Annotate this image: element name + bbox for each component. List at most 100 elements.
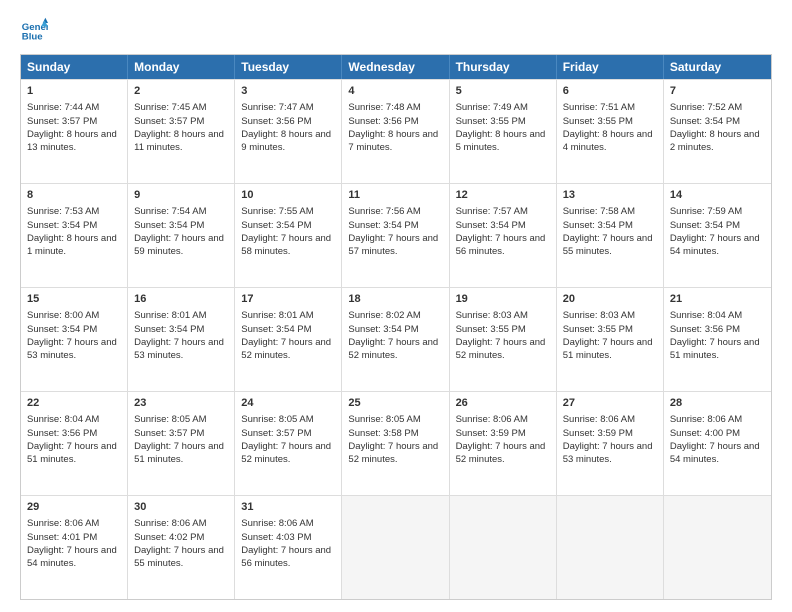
sunset-text: Sunset: 3:58 PM (348, 427, 442, 440)
day-number: 8 (27, 188, 121, 203)
calendar-cell: 11Sunrise: 7:56 AMSunset: 3:54 PMDayligh… (342, 184, 449, 287)
sunset-text: Sunset: 3:54 PM (348, 219, 442, 232)
calendar-cell: 22Sunrise: 8:04 AMSunset: 3:56 PMDayligh… (21, 392, 128, 495)
daylight-text: Daylight: 7 hours and 51 minutes. (27, 440, 121, 467)
sunrise-text: Sunrise: 8:06 AM (241, 517, 335, 530)
calendar-header-cell: Thursday (450, 55, 557, 79)
calendar-cell: 23Sunrise: 8:05 AMSunset: 3:57 PMDayligh… (128, 392, 235, 495)
calendar-row: 15Sunrise: 8:00 AMSunset: 3:54 PMDayligh… (21, 287, 771, 391)
sunrise-text: Sunrise: 8:02 AM (348, 309, 442, 322)
day-number: 16 (134, 292, 228, 307)
daylight-text: Daylight: 7 hours and 55 minutes. (563, 232, 657, 259)
daylight-text: Daylight: 7 hours and 57 minutes. (348, 232, 442, 259)
calendar-cell: 26Sunrise: 8:06 AMSunset: 3:59 PMDayligh… (450, 392, 557, 495)
calendar-cell: 6Sunrise: 7:51 AMSunset: 3:55 PMDaylight… (557, 80, 664, 183)
sunset-text: Sunset: 3:57 PM (27, 115, 121, 128)
sunset-text: Sunset: 3:56 PM (670, 323, 765, 336)
calendar-header-cell: Monday (128, 55, 235, 79)
sunrise-text: Sunrise: 7:59 AM (670, 205, 765, 218)
sunrise-text: Sunrise: 7:58 AM (563, 205, 657, 218)
page-header: General Blue (20, 16, 772, 44)
daylight-text: Daylight: 7 hours and 59 minutes. (134, 232, 228, 259)
calendar: SundayMondayTuesdayWednesdayThursdayFrid… (20, 54, 772, 600)
day-number: 2 (134, 84, 228, 99)
sunset-text: Sunset: 4:01 PM (27, 531, 121, 544)
sunset-text: Sunset: 3:55 PM (456, 323, 550, 336)
calendar-cell: 29Sunrise: 8:06 AMSunset: 4:01 PMDayligh… (21, 496, 128, 599)
sunrise-text: Sunrise: 7:56 AM (348, 205, 442, 218)
daylight-text: Daylight: 7 hours and 52 minutes. (241, 440, 335, 467)
calendar-header-cell: Wednesday (342, 55, 449, 79)
calendar-row: 1Sunrise: 7:44 AMSunset: 3:57 PMDaylight… (21, 79, 771, 183)
calendar-header-cell: Friday (557, 55, 664, 79)
sunset-text: Sunset: 3:54 PM (563, 219, 657, 232)
logo: General Blue (20, 16, 48, 44)
calendar-header-row: SundayMondayTuesdayWednesdayThursdayFrid… (21, 55, 771, 79)
daylight-text: Daylight: 7 hours and 51 minutes. (134, 440, 228, 467)
daylight-text: Daylight: 8 hours and 2 minutes. (670, 128, 765, 155)
sunset-text: Sunset: 3:55 PM (563, 115, 657, 128)
sunrise-text: Sunrise: 8:04 AM (27, 413, 121, 426)
day-number: 9 (134, 188, 228, 203)
sunset-text: Sunset: 3:54 PM (27, 323, 121, 336)
sunset-text: Sunset: 3:54 PM (456, 219, 550, 232)
day-number: 26 (456, 396, 550, 411)
calendar-cell: 17Sunrise: 8:01 AMSunset: 3:54 PMDayligh… (235, 288, 342, 391)
svg-text:Blue: Blue (22, 32, 43, 43)
calendar-cell: 24Sunrise: 8:05 AMSunset: 3:57 PMDayligh… (235, 392, 342, 495)
sunset-text: Sunset: 3:57 PM (134, 115, 228, 128)
sunrise-text: Sunrise: 7:49 AM (456, 101, 550, 114)
sunrise-text: Sunrise: 7:57 AM (456, 205, 550, 218)
calendar-cell: 19Sunrise: 8:03 AMSunset: 3:55 PMDayligh… (450, 288, 557, 391)
sunrise-text: Sunrise: 7:45 AM (134, 101, 228, 114)
sunrise-text: Sunrise: 8:03 AM (456, 309, 550, 322)
daylight-text: Daylight: 7 hours and 52 minutes. (456, 440, 550, 467)
day-number: 24 (241, 396, 335, 411)
daylight-text: Daylight: 7 hours and 52 minutes. (456, 336, 550, 363)
daylight-text: Daylight: 7 hours and 53 minutes. (134, 336, 228, 363)
sunrise-text: Sunrise: 7:47 AM (241, 101, 335, 114)
sunrise-text: Sunrise: 8:06 AM (456, 413, 550, 426)
sunset-text: Sunset: 3:54 PM (670, 219, 765, 232)
day-number: 6 (563, 84, 657, 99)
calendar-cell: 12Sunrise: 7:57 AMSunset: 3:54 PMDayligh… (450, 184, 557, 287)
sunrise-text: Sunrise: 7:52 AM (670, 101, 765, 114)
sunset-text: Sunset: 3:59 PM (563, 427, 657, 440)
daylight-text: Daylight: 7 hours and 51 minutes. (670, 336, 765, 363)
sunset-text: Sunset: 4:02 PM (134, 531, 228, 544)
sunrise-text: Sunrise: 8:03 AM (563, 309, 657, 322)
sunset-text: Sunset: 4:03 PM (241, 531, 335, 544)
calendar-row: 22Sunrise: 8:04 AMSunset: 3:56 PMDayligh… (21, 391, 771, 495)
day-number: 29 (27, 500, 121, 515)
day-number: 12 (456, 188, 550, 203)
logo-icon: General Blue (20, 16, 48, 44)
day-number: 17 (241, 292, 335, 307)
day-number: 15 (27, 292, 121, 307)
daylight-text: Daylight: 7 hours and 52 minutes. (348, 440, 442, 467)
sunset-text: Sunset: 3:54 PM (134, 323, 228, 336)
sunset-text: Sunset: 3:54 PM (670, 115, 765, 128)
calendar-cell: 30Sunrise: 8:06 AMSunset: 4:02 PMDayligh… (128, 496, 235, 599)
sunset-text: Sunset: 3:54 PM (241, 219, 335, 232)
daylight-text: Daylight: 7 hours and 54 minutes. (670, 440, 765, 467)
sunset-text: Sunset: 3:56 PM (348, 115, 442, 128)
daylight-text: Daylight: 8 hours and 13 minutes. (27, 128, 121, 155)
sunrise-text: Sunrise: 8:06 AM (134, 517, 228, 530)
calendar-cell: 7Sunrise: 7:52 AMSunset: 3:54 PMDaylight… (664, 80, 771, 183)
day-number: 3 (241, 84, 335, 99)
day-number: 27 (563, 396, 657, 411)
sunrise-text: Sunrise: 8:06 AM (27, 517, 121, 530)
day-number: 31 (241, 500, 335, 515)
sunrise-text: Sunrise: 7:48 AM (348, 101, 442, 114)
calendar-cell: 4Sunrise: 7:48 AMSunset: 3:56 PMDaylight… (342, 80, 449, 183)
sunrise-text: Sunrise: 8:05 AM (134, 413, 228, 426)
calendar-cell: 15Sunrise: 8:00 AMSunset: 3:54 PMDayligh… (21, 288, 128, 391)
daylight-text: Daylight: 8 hours and 4 minutes. (563, 128, 657, 155)
sunset-text: Sunset: 3:57 PM (241, 427, 335, 440)
calendar-cell: 27Sunrise: 8:06 AMSunset: 3:59 PMDayligh… (557, 392, 664, 495)
sunrise-text: Sunrise: 7:53 AM (27, 205, 121, 218)
daylight-text: Daylight: 7 hours and 52 minutes. (348, 336, 442, 363)
day-number: 22 (27, 396, 121, 411)
calendar-cell: 9Sunrise: 7:54 AMSunset: 3:54 PMDaylight… (128, 184, 235, 287)
daylight-text: Daylight: 7 hours and 54 minutes. (670, 232, 765, 259)
